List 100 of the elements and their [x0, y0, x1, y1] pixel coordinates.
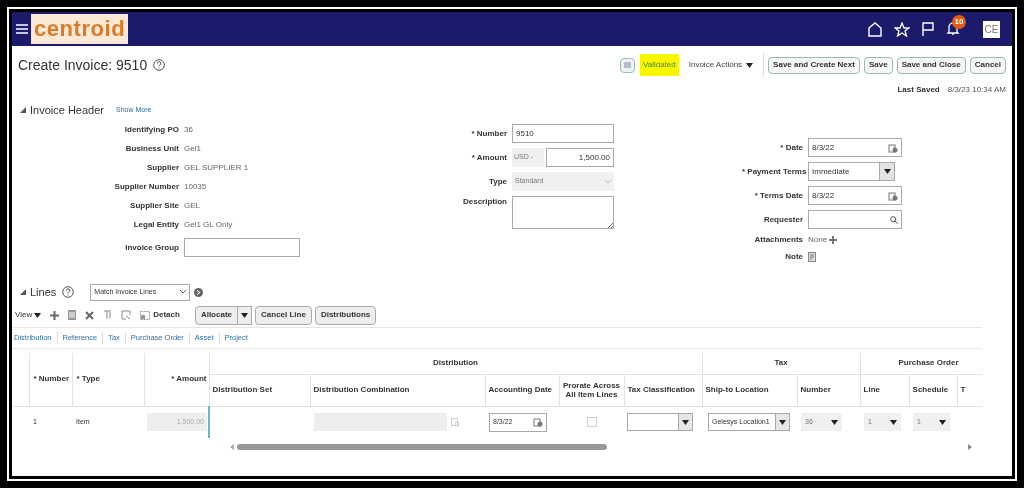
panel-toggle-button[interactable] [619, 57, 635, 73]
column-group-header: Distribution [209, 353, 703, 374]
add-icon[interactable] [50, 310, 60, 320]
caret-icon [830, 419, 838, 425]
action-button[interactable]: Save and Create Next [768, 56, 860, 74]
actions-menu[interactable]: Invoice Actions [688, 53, 765, 77]
list-icon[interactable] [68, 310, 77, 320]
field-label: * Date [779, 141, 804, 154]
column-header: Prorate Across All Item Lines [559, 374, 624, 406]
column-header: * Type [72, 353, 144, 406]
scrollbar-thumb[interactable] [237, 444, 607, 450]
field-value: Gel1 [184, 143, 201, 155]
text-field[interactable] [184, 238, 300, 257]
field-label: Supplier Number [113, 181, 180, 193]
description-field[interactable] [512, 196, 614, 229]
scroll-right-icon[interactable] [968, 444, 972, 450]
field-value: 36 [184, 124, 193, 136]
status-label: Validated [639, 54, 679, 76]
caret-icon [889, 419, 897, 425]
caret-icon [779, 419, 787, 425]
field-label: Business Unit [124, 143, 180, 155]
caret-icon [34, 312, 42, 318]
star-icon[interactable] [894, 21, 910, 37]
field-value: 10035 [184, 181, 207, 193]
payment-terms-select[interactable]: Immediate [808, 162, 895, 181]
help-icon[interactable] [153, 59, 166, 71]
toolbar-button[interactable]: Distributions [314, 305, 377, 325]
field-label: Requester [762, 213, 804, 226]
add-icon[interactable] [829, 236, 838, 244]
column-header: Ship-to Location [702, 374, 798, 406]
column-header: Tax Classification [624, 374, 703, 406]
collapse-icon[interactable] [20, 107, 26, 113]
help-icon[interactable] [62, 286, 75, 298]
column-header: T [957, 374, 982, 406]
go-icon[interactable] [194, 287, 204, 297]
prorate-checkbox[interactable] [586, 417, 597, 428]
caret-icon [938, 419, 946, 425]
field-label: Supplier [146, 162, 180, 174]
date-field[interactable]: 8/3/22 [808, 186, 902, 205]
column-header: * Number [29, 353, 72, 406]
calendar-icon [533, 417, 543, 428]
scroll-left-icon[interactable] [230, 444, 234, 450]
note-icon[interactable] [808, 252, 817, 262]
home-icon[interactable] [867, 21, 883, 37]
chevron-icon [605, 179, 611, 184]
field-label: Type [487, 175, 508, 188]
notification-badge: 10 [952, 15, 966, 29]
field-value: GEL [184, 200, 200, 212]
search-field[interactable] [808, 210, 902, 229]
action-button[interactable]: Cancel [969, 56, 1006, 74]
field-label: Description [462, 196, 508, 208]
field-label: * Amount [470, 151, 508, 164]
column-header: Accounting Date [485, 374, 559, 406]
calendar-icon [888, 142, 898, 153]
collapse-icon[interactable] [20, 289, 26, 295]
field-label: * Payment Terms [742, 165, 808, 178]
field-label: * Number [470, 127, 508, 140]
text-field[interactable]: 9510 [512, 124, 614, 143]
field-label: Note [784, 251, 804, 263]
field-label: Invoice Group [124, 241, 180, 254]
column-header: Schedule [909, 374, 958, 406]
field-value: Gel1 GL Only [184, 219, 233, 231]
user-avatar[interactable]: CE [983, 20, 1000, 38]
delete-icon[interactable] [85, 310, 95, 320]
dropdown-field[interactable] [627, 413, 693, 432]
caret-icon [883, 169, 891, 174]
column-header: Distribution Set [209, 374, 310, 406]
caret-icon [682, 419, 689, 425]
view-menu[interactable]: View [15, 309, 42, 321]
column-header: Distribution Combination [310, 374, 485, 406]
section-title: Invoice Header [30, 102, 104, 118]
field-value: GEL SUPPLIER 1 [184, 162, 249, 174]
caret-icon [241, 312, 248, 318]
menu-icon[interactable] [16, 24, 28, 34]
last-saved-value: 8/3/23 10:34 AM [947, 84, 1006, 96]
allocate-menu-button[interactable] [238, 305, 252, 325]
column-header: Number [797, 374, 861, 406]
flag-icon[interactable] [921, 21, 935, 37]
freeze-icon[interactable] [103, 310, 113, 320]
column-group-header: Purchase Order [860, 353, 982, 374]
amount-field[interactable]: 1,500.00 [546, 148, 614, 167]
chevron-icon [180, 290, 187, 294]
detach-icon [140, 310, 151, 320]
field-label: Identifying PO [123, 124, 180, 136]
search-icon [890, 215, 898, 224]
date-field[interactable]: 8/3/22 [808, 138, 902, 157]
column-group-header: Tax [702, 353, 861, 374]
column-header: Line [860, 374, 910, 406]
caret-icon [746, 62, 754, 68]
column-header: * Amount [144, 353, 209, 406]
field-label: Supplier Site [129, 200, 180, 212]
action-button[interactable]: Save [863, 56, 893, 74]
page-title: Create Invoice: 9510 [18, 55, 148, 75]
allocate-button[interactable]: Allocate [194, 305, 238, 325]
wrap-icon[interactable] [121, 310, 132, 320]
detach-button[interactable]: Detach [140, 309, 180, 321]
field-label: Legal Entity [132, 219, 180, 231]
action-button[interactable]: Save and Close [896, 56, 966, 74]
toolbar-button[interactable]: Cancel Line [255, 305, 312, 325]
section-title: Lines [30, 284, 57, 300]
